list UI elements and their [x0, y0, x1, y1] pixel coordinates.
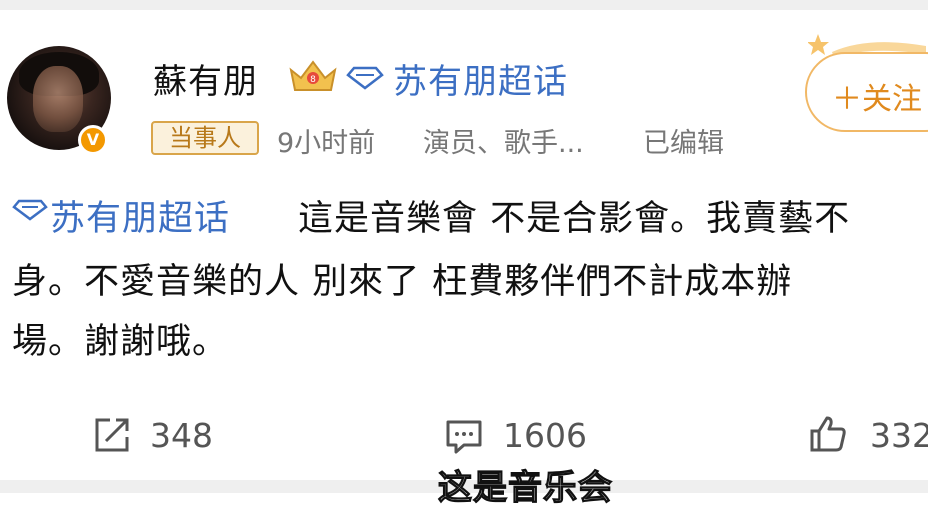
author-name[interactable]: 蘇有朋: [153, 54, 258, 103]
body-topic-link[interactable]: 苏有朋超话: [50, 190, 230, 241]
diamond-topic-icon: [12, 199, 48, 221]
like-count[interactable]: 332: [870, 416, 928, 455]
post-body-line-3: 場。謝謝哦。: [12, 322, 229, 362]
topic-link[interactable]: 苏有朋超话: [393, 54, 568, 103]
thumbs-up-icon[interactable]: [808, 414, 848, 454]
share-icon[interactable]: [92, 415, 132, 455]
video-subtitle: 这是音乐会: [437, 467, 613, 508]
repost-count[interactable]: 348: [150, 416, 213, 455]
crown-icon: 8: [289, 60, 337, 91]
involved-party-tag: 当事人: [151, 121, 259, 155]
author-role: 演员、歌手...: [423, 128, 584, 159]
post-time: 9小时前: [277, 128, 376, 159]
diamond-topic-icon: [346, 66, 384, 90]
top-divider: [0, 0, 928, 10]
avatar-face: [33, 66, 83, 132]
verified-icon: V: [78, 125, 108, 155]
comment-count[interactable]: 1606: [503, 416, 587, 455]
post-body-line-1: 這是音樂會 不是合影會。我賣藝不: [298, 199, 851, 239]
follow-button-label[interactable]: ＋关注: [832, 74, 922, 118]
comment-icon[interactable]: [444, 417, 484, 457]
svg-text:8: 8: [310, 75, 316, 85]
post-body-line-2: 身。不愛音樂的人 別來了 枉費夥伴們不計成本辦: [12, 262, 793, 302]
edited-label: 已编辑: [643, 128, 724, 159]
